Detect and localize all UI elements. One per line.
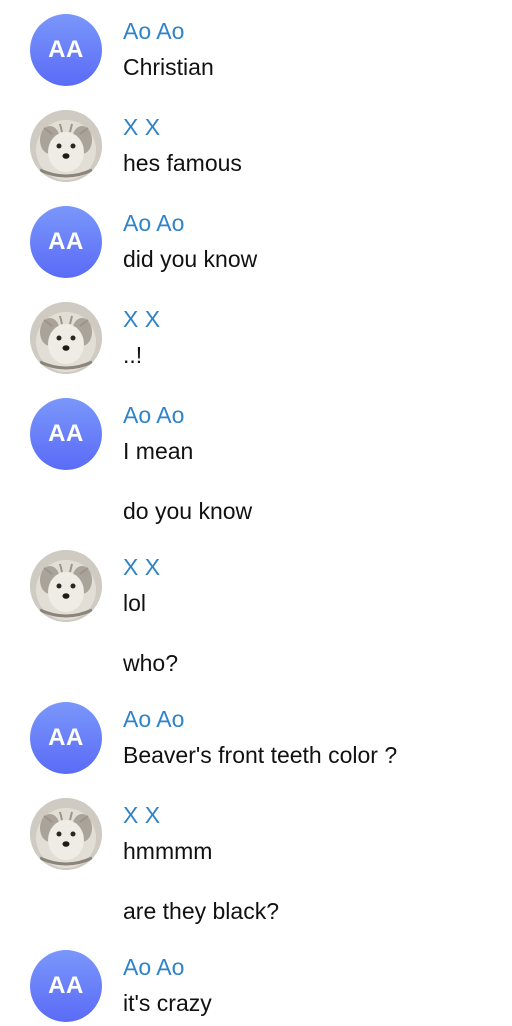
message-text: Christian bbox=[123, 54, 214, 80]
sender-name[interactable]: Ao Ao bbox=[123, 953, 184, 981]
sender-name[interactable]: Ao Ao bbox=[123, 17, 184, 45]
avatar-initials: AA bbox=[48, 420, 84, 447]
message-text: ..! bbox=[123, 342, 143, 368]
avatar-x-x[interactable] bbox=[30, 110, 102, 182]
sender-name[interactable]: X X bbox=[123, 113, 160, 141]
sender-name[interactable]: Ao Ao bbox=[123, 209, 184, 237]
message-text: do you know bbox=[123, 498, 253, 524]
message-text: lol bbox=[123, 590, 147, 616]
avatar-ao-ao[interactable]: AA bbox=[30, 398, 102, 470]
avatar-initials: AA bbox=[48, 36, 84, 63]
message-text: did you know bbox=[123, 246, 258, 272]
dog-photo-icon bbox=[30, 110, 102, 182]
dog-photo-icon bbox=[30, 550, 102, 622]
message-text: who? bbox=[123, 650, 178, 676]
sender-name[interactable]: Ao Ao bbox=[123, 705, 184, 733]
avatar-x-x[interactable] bbox=[30, 550, 102, 622]
avatar-ao-ao[interactable]: AA bbox=[30, 206, 102, 278]
sender-name[interactable]: X X bbox=[123, 801, 160, 829]
chat-thread: AA Ao Ao Christian X X hes famous AA Ao … bbox=[0, 0, 512, 1026]
message-text: hes famous bbox=[123, 150, 242, 176]
message-text: I mean bbox=[123, 438, 194, 464]
message-text: it's crazy bbox=[123, 990, 212, 1016]
message-text: Beaver's front teeth color ? bbox=[123, 742, 398, 768]
avatar-initials: AA bbox=[48, 724, 84, 751]
avatar-ao-ao[interactable]: AA bbox=[30, 950, 102, 1022]
sender-name[interactable]: X X bbox=[123, 305, 160, 333]
avatar-x-x[interactable] bbox=[30, 798, 102, 870]
avatar-ao-ao[interactable]: AA bbox=[30, 702, 102, 774]
sender-name[interactable]: Ao Ao bbox=[123, 401, 184, 429]
avatar-initials: AA bbox=[48, 972, 84, 999]
dog-photo-icon bbox=[30, 302, 102, 374]
avatar-x-x[interactable] bbox=[30, 302, 102, 374]
avatar-ao-ao[interactable]: AA bbox=[30, 14, 102, 86]
message-text: hmmmm bbox=[123, 838, 213, 864]
avatar-initials: AA bbox=[48, 228, 84, 255]
sender-name[interactable]: X X bbox=[123, 553, 160, 581]
message-text: are they black? bbox=[123, 898, 279, 924]
dog-photo-icon bbox=[30, 798, 102, 870]
